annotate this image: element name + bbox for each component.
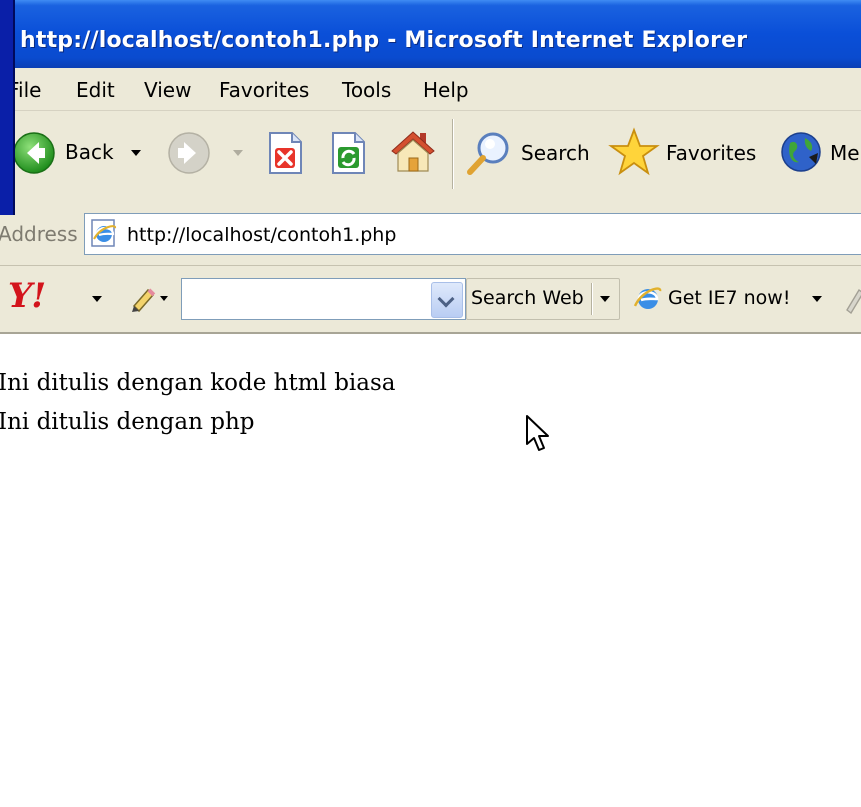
favorites-button[interactable]: Favorites <box>608 127 768 181</box>
search-magnifier-icon <box>467 132 509 175</box>
search-web-divider <box>591 283 592 315</box>
page-content: Ini ditulis dengan kode html biasa Ini d… <box>0 334 861 807</box>
search-button[interactable]: Search <box>463 129 598 179</box>
content-line-1: Ini ditulis dengan kode html biasa <box>0 370 396 396</box>
get-ie7-dropdown-icon[interactable] <box>812 296 822 302</box>
address-input[interactable]: http://localhost/contoh1.php <box>84 213 861 255</box>
media-button[interactable]: Me <box>778 129 861 179</box>
forward-dropdown-icon <box>233 150 243 156</box>
yahoo-search-dropdown-icon[interactable] <box>431 282 463 318</box>
get-ie7-label: Get IE7 now! <box>668 287 791 309</box>
back-button[interactable]: Back <box>12 129 152 179</box>
address-label: Address <box>0 222 78 246</box>
back-arrow-icon <box>13 132 55 174</box>
address-url: http://localhost/contoh1.php <box>127 224 397 246</box>
menu-bar: File Edit View Favorites Tools Help <box>0 68 861 111</box>
page-ie-icon <box>91 219 117 247</box>
home-icon[interactable] <box>388 127 438 175</box>
window-title-bar[interactable]: http://localhost/contoh1.php - Microsoft… <box>0 0 861 215</box>
menu-view[interactable]: View <box>144 78 191 102</box>
toolbar-separator <box>452 119 453 189</box>
media-globe-icon <box>781 132 821 172</box>
favorites-label: Favorites <box>666 141 757 165</box>
get-ie7-button[interactable]: Get IE7 now! <box>632 280 827 318</box>
mouse-cursor-icon <box>526 415 549 451</box>
window-left-edge <box>0 0 15 215</box>
forward-button[interactable] <box>167 131 247 177</box>
stop-icon[interactable] <box>265 131 305 175</box>
standard-toolbar: Back Search Favorites Me <box>0 111 861 202</box>
menu-edit[interactable]: Edit <box>76 78 115 102</box>
yahoo-logo[interactable]: Y! <box>8 276 46 316</box>
menu-favorites[interactable]: Favorites <box>219 78 309 102</box>
ie-logo-icon <box>633 287 662 309</box>
search-label: Search <box>521 141 590 165</box>
eraser-icon[interactable] <box>843 284 861 314</box>
highlighter-pencil-icon[interactable] <box>128 282 160 314</box>
forward-arrow-icon <box>168 132 210 174</box>
back-dropdown-icon[interactable] <box>131 150 141 156</box>
media-label: Me <box>830 141 860 165</box>
search-web-dropdown-icon[interactable] <box>600 296 610 302</box>
yahoo-search-input[interactable] <box>181 278 466 320</box>
content-line-2: Ini ditulis dengan php <box>0 409 255 435</box>
favorites-star-icon <box>608 127 660 176</box>
yahoo-toolbar: Y! Search Web Get IE7 now! <box>0 266 861 334</box>
back-label: Back <box>65 140 114 164</box>
refresh-icon[interactable] <box>328 131 368 175</box>
menu-tools[interactable]: Tools <box>342 78 391 102</box>
window-title: http://localhost/contoh1.php - Microsoft… <box>20 28 748 53</box>
highlighter-dropdown-icon[interactable] <box>160 296 168 301</box>
address-bar: Address http://localhost/contoh1.php <box>0 201 861 266</box>
menu-help[interactable]: Help <box>423 78 469 102</box>
yahoo-logo-dropdown-icon[interactable] <box>92 296 102 302</box>
search-web-button[interactable]: Search Web <box>466 278 620 320</box>
search-web-label: Search Web <box>471 287 584 309</box>
